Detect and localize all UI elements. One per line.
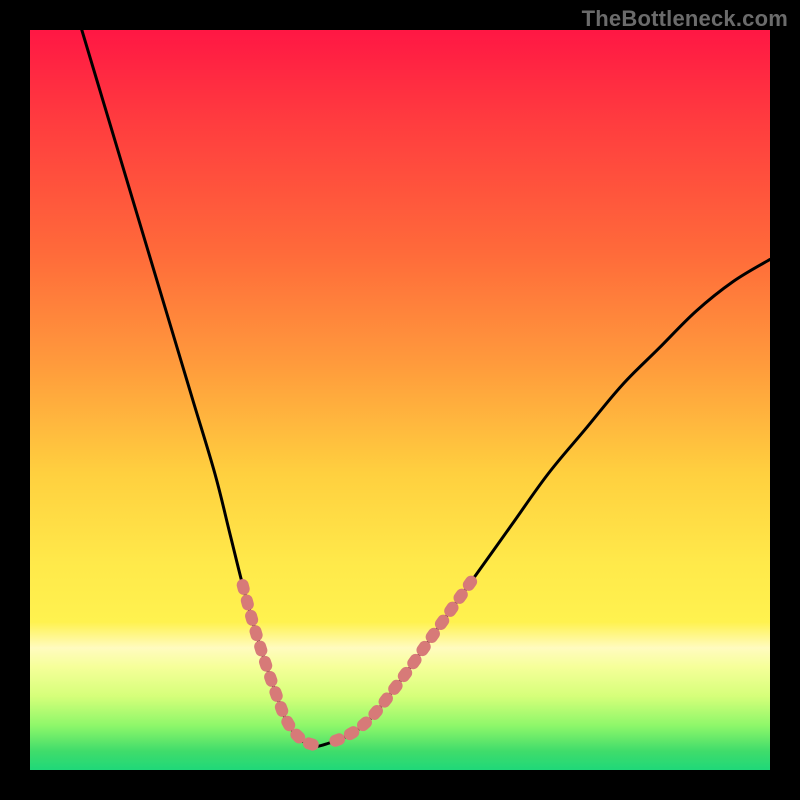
highlight-dash [253,639,269,658]
highlight-dash [248,624,264,643]
highlight-dash [262,669,279,688]
plot-area [30,30,770,770]
highlight-dash [239,593,255,612]
watermark-text: TheBottleneck.com [582,6,788,32]
highlight-dash [235,578,251,597]
highlight-dash [244,609,260,628]
chart-frame: TheBottleneck.com [0,0,800,800]
highlight-dash [257,654,273,673]
highlight-dash [268,684,285,703]
bottleneck-curve [30,30,770,770]
